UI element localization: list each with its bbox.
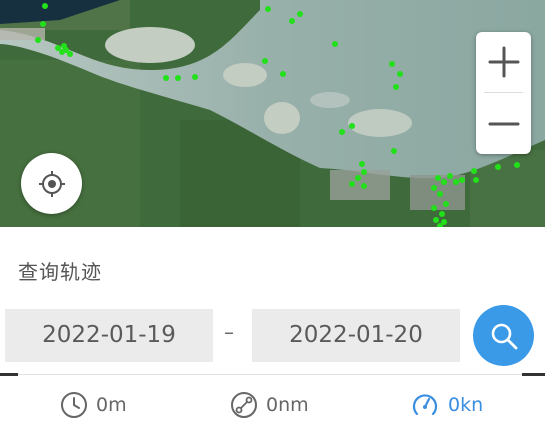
satellite-map[interactable] <box>0 0 545 227</box>
minus-icon <box>488 122 519 126</box>
date-range-separator: – <box>224 320 234 344</box>
route-icon <box>231 392 257 418</box>
duration-value: 0m <box>96 394 127 416</box>
track-query-screen: 查询轨迹 2022-01-19 – 2022-01-20 0m 0nm 0kn <box>0 0 545 427</box>
clock-icon <box>61 392 87 418</box>
speed-value: 0kn <box>448 394 484 416</box>
end-date-field[interactable]: 2022-01-20 <box>252 309 460 362</box>
speed-stat: 0kn <box>410 388 483 422</box>
panel-title: 查询轨迹 <box>18 260 102 284</box>
zoom-divider <box>484 92 523 93</box>
divider-cap-left <box>0 373 18 376</box>
speedometer-icon <box>412 394 438 416</box>
crosshair-icon <box>38 170 65 197</box>
zoom-control <box>476 32 531 154</box>
duration-stat: 0m <box>60 388 127 422</box>
divider-cap-right <box>522 373 545 376</box>
search-button[interactable] <box>473 305 534 366</box>
stats-divider <box>18 374 527 375</box>
zoom-in-button[interactable] <box>476 32 531 92</box>
distance-value: 0nm <box>266 394 309 416</box>
distance-stat: 0nm <box>230 388 309 422</box>
search-icon <box>491 323 517 349</box>
zoom-out-button[interactable] <box>476 94 531 154</box>
plus-icon <box>488 46 519 78</box>
map-imagery <box>0 0 545 227</box>
locate-button[interactable] <box>21 153 82 214</box>
start-date-field[interactable]: 2022-01-19 <box>5 309 213 362</box>
